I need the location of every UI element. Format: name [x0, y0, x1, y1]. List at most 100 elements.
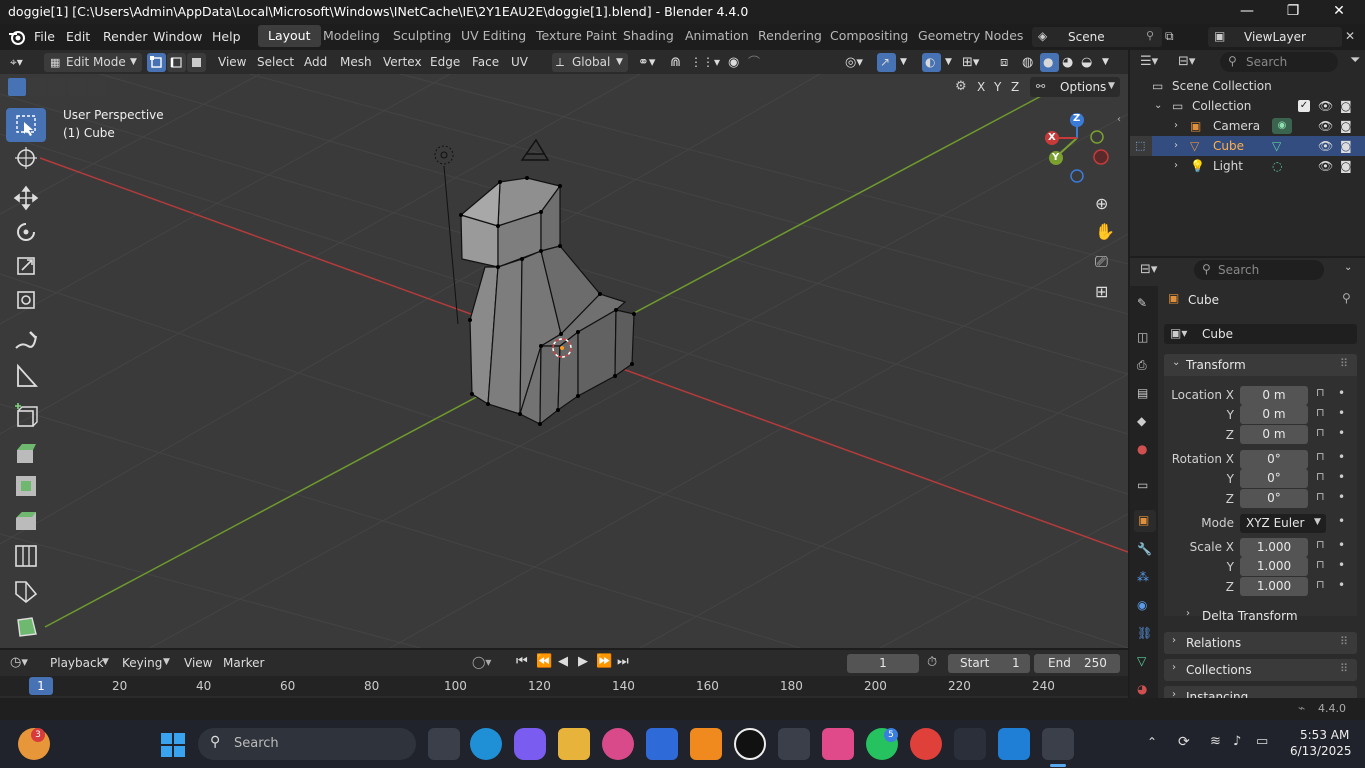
sidebar-toggle-icon[interactable]: ‹ — [1117, 114, 1121, 125]
wireframe-shading-icon[interactable]: ◍ — [1022, 53, 1033, 72]
battery-icon[interactable]: ▭ — [1256, 734, 1268, 749]
windows-start-icon[interactable] — [160, 732, 186, 758]
tab-geometry-nodes[interactable]: Geometry Nodes — [908, 25, 1033, 47]
task-view-icon[interactable] — [428, 728, 460, 760]
scene-selector[interactable]: ◈ Scene ⚲ — [1032, 27, 1162, 47]
lock-icon[interactable]: ⊓ — [1316, 386, 1325, 399]
close-button[interactable]: ✕ — [1316, 0, 1362, 24]
axis-x-toggle[interactable]: X — [977, 80, 985, 94]
annotate-tool[interactable] — [6, 324, 46, 358]
3d-viewport[interactable]: Z Y X User Perspective (1) Cube ⚙ X Y Z … — [0, 74, 1128, 648]
location-x-field[interactable]: 0 m — [1240, 386, 1308, 405]
clock-date[interactable]: 6/13/2025 — [1290, 744, 1352, 758]
timeline-menu-keying[interactable]: Keying — [122, 656, 162, 670]
visibility-icon[interactable]: ◎▾ — [845, 53, 863, 72]
edge-browser-icon[interactable] — [470, 728, 502, 760]
properties-editor-icon[interactable]: ⊟▾ — [1140, 262, 1157, 277]
scale-y-field[interactable]: 1.000 — [1240, 557, 1308, 576]
keyframe-dot-icon[interactable]: • — [1338, 538, 1345, 552]
jump-start-icon[interactable]: ⏮ — [516, 654, 528, 669]
transform-affect-icon[interactable]: ⚙ — [955, 79, 967, 94]
file-explorer-icon[interactable] — [558, 728, 590, 760]
maximize-button[interactable]: ❐ — [1270, 0, 1316, 24]
data-tab-icon[interactable]: ▽ — [1137, 654, 1146, 668]
keyframe-dot-icon[interactable]: • — [1338, 490, 1345, 504]
keyframe-dot-icon[interactable]: • — [1338, 406, 1345, 420]
play-reverse-icon[interactable]: ◀ — [558, 654, 568, 669]
gizmo-toggle-button[interactable]: ↗ — [877, 53, 896, 72]
bitcoin-app-icon[interactable] — [734, 728, 766, 760]
jump-keyframe-forward-icon[interactable]: ⏩ — [596, 654, 612, 669]
chevron-down-icon[interactable]: ⌄ — [1154, 96, 1162, 116]
camera-data-icon[interactable]: ◉ — [1272, 118, 1292, 134]
select-intersect-icon[interactable] — [88, 78, 106, 96]
drag-handle-icon[interactable]: ⠿ — [1340, 662, 1348, 675]
lock-icon[interactable]: ⊓ — [1316, 578, 1325, 591]
zoom-icon[interactable]: ⊕ — [1095, 194, 1108, 213]
tab-compositing[interactable]: Compositing — [820, 25, 918, 47]
sync-icon[interactable]: ⟳ — [1178, 734, 1190, 750]
clock-time[interactable]: 5:53 AM — [1300, 728, 1349, 742]
overlays-toggle-button[interactable]: ◐ — [922, 53, 941, 72]
microsoft-store-icon[interactable] — [646, 728, 678, 760]
options-dropdown[interactable]: ⚯ Options ▼ — [1030, 77, 1120, 97]
outliner-row-camera[interactable]: › ▣ Camera ◉ 👁 ◙ — [1130, 116, 1365, 136]
location-z-field[interactable]: 0 m — [1240, 425, 1308, 444]
menu-window[interactable]: Window — [153, 29, 202, 44]
menu-file[interactable]: File — [34, 29, 55, 44]
render-tab-icon[interactable]: ◫ — [1137, 330, 1148, 344]
object-tab-icon[interactable]: ▣ — [1138, 513, 1149, 527]
orthographic-grid-icon[interactable]: ⊞ — [1095, 282, 1108, 301]
camera-object[interactable] — [520, 138, 550, 161]
proportional-editing-icon[interactable]: ◉ — [728, 53, 739, 72]
chevron-right-icon[interactable]: › — [1174, 136, 1178, 156]
editor-type-icon[interactable]: ⌖▾ — [10, 53, 23, 72]
view-layer-selector[interactable]: ▣ ViewLayer — [1208, 27, 1342, 47]
lock-icon[interactable]: ⊓ — [1316, 450, 1325, 463]
scale-tool[interactable] — [6, 250, 46, 284]
world-tab-icon[interactable]: ● — [1137, 442, 1147, 456]
tab-shading[interactable]: Shading — [613, 25, 684, 47]
vertex-select-button[interactable] — [147, 53, 166, 72]
remove-view-layer-icon[interactable]: ✕ — [1345, 29, 1355, 43]
menu-edit[interactable]: Edit — [66, 29, 90, 44]
select-new-icon[interactable] — [8, 78, 26, 96]
outliner-row-collection[interactable]: ⌄ ▭ Collection ✓ 👁 ◙ — [1130, 96, 1365, 116]
select-extend-icon[interactable] — [28, 78, 46, 96]
drag-handle-icon[interactable]: ⠿ — [1340, 357, 1348, 370]
menu-help[interactable]: Help — [212, 29, 241, 44]
outliner-row-scene-collection[interactable]: ▭ Scene Collection — [1130, 76, 1365, 96]
outliner-row-light[interactable]: › 💡 Light ◌ 👁 ◙ — [1130, 156, 1365, 176]
axis-y-toggle[interactable]: Y — [994, 80, 1001, 94]
tab-layout[interactable]: Layout — [258, 25, 321, 47]
terminal-icon[interactable] — [954, 728, 986, 760]
tab-texture-paint[interactable]: Texture Paint — [526, 25, 627, 47]
lock-icon[interactable]: ⊓ — [1316, 406, 1325, 419]
blender-taskbar-icon[interactable] — [1042, 728, 1074, 760]
chevron-up-icon[interactable]: ⌃ — [1147, 735, 1157, 749]
lock-icon[interactable]: ⊓ — [1316, 426, 1325, 439]
keyframe-dot-icon[interactable]: • — [1338, 578, 1345, 592]
start-frame-field[interactable]: Start 1 — [948, 654, 1030, 673]
display-mode-icon[interactable]: ⊟▾ — [1178, 54, 1195, 69]
eye-icon[interactable]: 👁 — [1318, 96, 1333, 116]
outliner-search[interactable]: ⚲ Search — [1220, 52, 1338, 72]
header-menu-select[interactable]: Select — [257, 53, 294, 72]
mesh-edit-overlay-icon[interactable]: ⊞▾ — [962, 53, 979, 72]
location-y-field[interactable]: 0 m — [1240, 405, 1308, 424]
scale-z-field[interactable]: 1.000 — [1240, 577, 1308, 596]
render-camera-icon[interactable]: ◙ — [1340, 96, 1352, 116]
edge-select-button[interactable] — [167, 53, 186, 72]
lock-icon[interactable]: ⊓ — [1316, 490, 1325, 503]
keyframe-dot-icon[interactable]: • — [1338, 426, 1345, 440]
tab-uv-editing[interactable]: UV Editing — [451, 25, 536, 47]
header-menu-view[interactable]: View — [218, 53, 246, 72]
collections-panel-header[interactable]: › Collections ⠿ — [1164, 659, 1357, 681]
cube-mesh[interactable] — [459, 177, 635, 426]
stopwatch-icon[interactable]: ⏱ — [927, 655, 937, 670]
minimize-button[interactable]: — — [1224, 0, 1270, 24]
knife-tool[interactable] — [6, 574, 46, 608]
chevron-right-icon[interactable]: › — [1174, 156, 1178, 176]
scale-x-field[interactable]: 1.000 — [1240, 538, 1308, 557]
jump-end-icon[interactable]: ⏭ — [617, 654, 629, 669]
